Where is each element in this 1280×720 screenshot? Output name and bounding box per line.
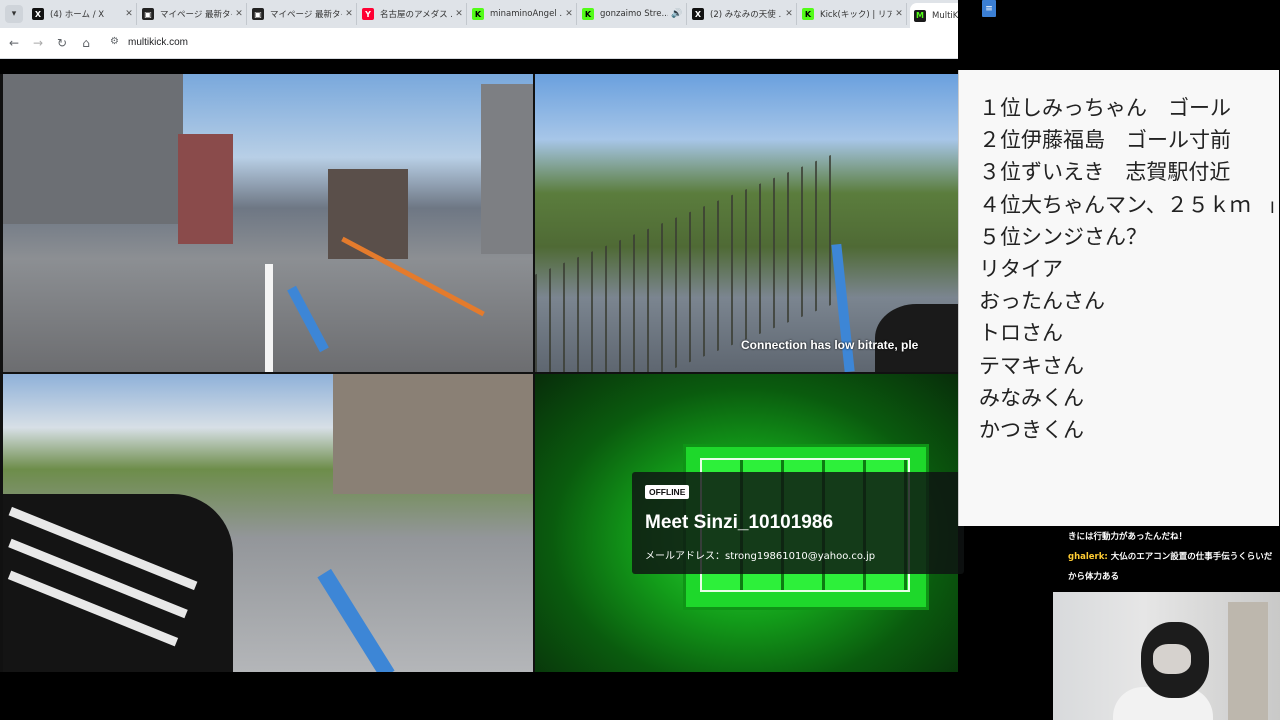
ranking-item: リタイア bbox=[979, 256, 1063, 281]
mypage-icon: ▣ bbox=[142, 8, 154, 20]
tab-title: minaminoAngel ... bbox=[490, 9, 562, 19]
kick-logo-icon: K bbox=[472, 8, 484, 20]
speaker-icon[interactable]: 🔊 bbox=[668, 9, 686, 19]
notepad-titlebar bbox=[958, 0, 1280, 70]
reload-icon[interactable]: ↻ bbox=[53, 34, 71, 52]
notepad-icon: ≡ bbox=[982, 0, 996, 17]
back-arrow-icon[interactable]: ← bbox=[5, 34, 23, 52]
tab-bar: ▾ X (4) ホーム / X ✕ ▣ マイページ 最新タイム ✕ ▣ マイペー… bbox=[0, 0, 958, 28]
tab-kick[interactable]: K Kick(キック) | リアル... ✕ bbox=[798, 3, 907, 25]
ranking-item: １位しみっちゃん ゴール bbox=[979, 96, 1231, 120]
ranking-item: トロさん bbox=[979, 321, 1063, 346]
offline-channel-name[interactable]: Meet Sinzi_10101986 bbox=[645, 512, 833, 534]
stream-tile-3[interactable] bbox=[3, 374, 533, 672]
tab-amedas[interactable]: Y 名古屋のアメダス ... ✕ bbox=[358, 3, 467, 25]
close-icon[interactable]: ✕ bbox=[232, 9, 246, 19]
tab-title: Kick(キック) | リアル... bbox=[820, 10, 892, 20]
x-logo-icon: X bbox=[692, 8, 704, 20]
tab-title: gonzaimo Stre... bbox=[600, 9, 668, 19]
kick-logo-icon: K bbox=[802, 8, 814, 20]
stream-tile-1[interactable] bbox=[3, 74, 533, 372]
ranking-item: ２位伊藤福島 ゴール寸前 bbox=[979, 128, 1231, 153]
tab-title: MultiK bbox=[932, 10, 958, 21]
kick-logo-icon: K bbox=[582, 8, 594, 20]
tab-title: マイページ 最新タイム bbox=[160, 10, 232, 20]
multistream-grid bbox=[0, 74, 958, 672]
close-icon[interactable]: ✕ bbox=[892, 9, 906, 19]
home-icon[interactable]: ⌂ bbox=[77, 34, 95, 52]
forward-arrow-icon[interactable]: → bbox=[29, 34, 47, 52]
tab-minaminoangel[interactable]: K minaminoAngel ... ✕ bbox=[468, 3, 577, 25]
offline-badge: OFFLINE bbox=[645, 485, 690, 499]
close-icon[interactable]: ✕ bbox=[782, 9, 796, 19]
ranking-item: みなみくん bbox=[979, 385, 1084, 410]
multikick-icon: M bbox=[914, 9, 926, 22]
chat-message: きには行動力があったんだね！ bbox=[1068, 532, 1188, 542]
ranking-item: かつきくん bbox=[979, 417, 1084, 442]
close-icon[interactable]: ✕ bbox=[452, 9, 466, 19]
mypage-icon: ▣ bbox=[252, 8, 264, 20]
tab-title: (2) みなみの天使 ... bbox=[710, 10, 782, 20]
site-info-icon[interactable]: ⚙ bbox=[110, 36, 119, 47]
ranking-item: おったんさん bbox=[979, 289, 1105, 314]
tab-title: 名古屋のアメダス ... bbox=[380, 10, 452, 20]
offline-description: メールアドレス：strong19861010@yahoo.co.jp bbox=[645, 551, 876, 562]
low-bitrate-notice: Connection has low bitrate, ple bbox=[741, 338, 919, 352]
yahoo-icon: Y bbox=[362, 8, 374, 20]
url-text: multikick.com bbox=[128, 37, 189, 48]
webcam-feed bbox=[1053, 592, 1280, 720]
tab-mypage-2[interactable]: ▣ マイページ 最新タイム ✕ bbox=[248, 3, 357, 25]
close-icon[interactable]: ✕ bbox=[122, 9, 136, 19]
tab-x-home[interactable]: X (4) ホーム / X ✕ bbox=[28, 3, 137, 25]
ranking-item: テマキさん bbox=[979, 353, 1084, 378]
tab-x-minami[interactable]: X (2) みなみの天使 ... ✕ bbox=[688, 3, 797, 25]
tab-gonzaimo[interactable]: K gonzaimo Stre... 🔊 bbox=[578, 3, 687, 25]
offline-info-card: OFFLINE Meet Sinzi_10101986 メールアドレス：stro… bbox=[632, 472, 964, 574]
tab-title: マイページ 最新タイム bbox=[270, 10, 342, 20]
stream-tile-2[interactable] bbox=[535, 74, 958, 372]
chat-overlay: きには行動力があったんだね！ ghalerk: 大仏のエアコン設置の仕事手伝うく… bbox=[1068, 527, 1280, 585]
address-bar: ← → ↻ ⌂ ⚙ multikick.com bbox=[0, 28, 958, 59]
close-icon[interactable]: ✕ bbox=[562, 9, 576, 19]
tab-title: (4) ホーム / X bbox=[50, 10, 105, 20]
close-icon[interactable]: ✕ bbox=[342, 9, 356, 19]
ranking-item: ５位シンジさん？ bbox=[979, 224, 1147, 249]
ranking-list: １位しみっちゃん ゴール ２位伊藤福島 ゴール寸前 ３位ずいえき 志賀駅付近 ４… bbox=[979, 92, 1251, 446]
x-logo-icon: X bbox=[32, 8, 44, 20]
tab-multikick[interactable]: M MultiK bbox=[910, 3, 958, 28]
chat-message: ghalerk: 大仏のエアコン設置の仕事手伝うくらいだから体力ある bbox=[1068, 547, 1280, 587]
tab-search-dropdown-icon[interactable]: ▾ bbox=[5, 5, 23, 23]
ranking-item: ３位ずいえき 志賀駅付近 bbox=[979, 160, 1231, 185]
chat-username: ghalerk: bbox=[1068, 552, 1108, 562]
bottom-letterbox bbox=[0, 672, 1053, 720]
tab-mypage-1[interactable]: ▣ マイページ 最新タイム ✕ bbox=[138, 3, 247, 25]
text-cursor-icon: I bbox=[1270, 198, 1275, 217]
url-field[interactable] bbox=[104, 33, 944, 53]
ranking-panel: １位しみっちゃん ゴール ２位伊藤福島 ゴール寸前 ３位ずいえき 志賀駅付近 ４… bbox=[958, 70, 1279, 526]
ranking-item: ４位大ちゃんマン、２５ｋｍ bbox=[979, 192, 1251, 217]
